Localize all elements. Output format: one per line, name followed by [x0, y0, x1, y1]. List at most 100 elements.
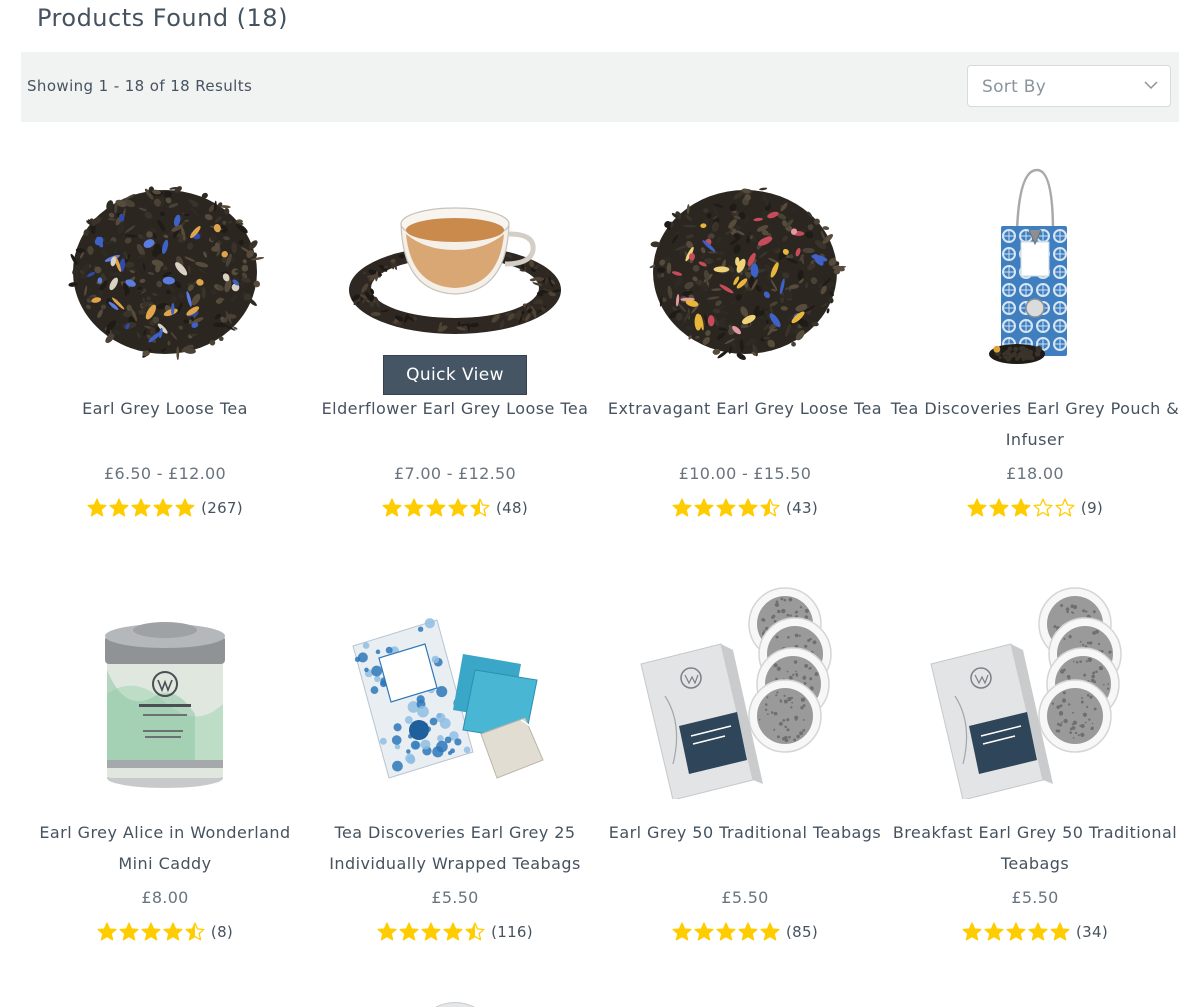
page-title: Products Found (18) [37, 4, 288, 32]
star-full-icon [119, 922, 139, 941]
next-row-image-peek [435, 1002, 475, 1007]
product-name[interactable]: Tea Discoveries Earl Grey Pouch & Infuse… [890, 393, 1180, 455]
product-price: £8.00 [141, 888, 189, 907]
star-full-icon [694, 922, 714, 941]
blue-gift-pouch-image [989, 168, 1067, 364]
star-full-icon [404, 498, 424, 517]
star-full-icon [153, 498, 173, 517]
star-full-icon [131, 498, 151, 517]
product-rating: (48) [310, 497, 600, 519]
product-grid: Earl Grey Loose Tea £6.50 - £12.00 (267)… [20, 160, 1180, 1008]
star-full-icon [141, 922, 161, 941]
product-name[interactable]: Earl Grey 50 Traditional Teabags [600, 817, 890, 848]
product-rating: (9) [890, 497, 1180, 519]
star-full-icon [443, 922, 463, 941]
product-image[interactable] [925, 160, 1145, 375]
chevron-down-icon [1144, 81, 1158, 90]
sort-by-label: Sort By [982, 77, 1047, 97]
review-count[interactable]: (116) [491, 923, 533, 941]
product-price: £7.00 - £12.50 [394, 464, 516, 483]
results-count: Showing 1 - 18 of 18 Results [27, 77, 253, 95]
product-card[interactable]: Earl Grey 50 Traditional Teabags £5.50 (… [600, 584, 890, 1008]
loose-tea-blue-petals-image [68, 186, 265, 361]
product-image[interactable] [635, 584, 855, 799]
product-card[interactable]: Earl Grey Alice in Wonderland Mini Caddy… [20, 584, 310, 1008]
loose-tea-rose-petals-image [649, 187, 847, 360]
sort-by-dropdown[interactable]: Sort By [967, 65, 1171, 107]
star-full-icon [1011, 498, 1031, 517]
product-name[interactable]: Tea Discoveries Earl Grey 25 Individuall… [310, 817, 600, 879]
review-count[interactable]: (9) [1081, 499, 1103, 517]
star-full-icon [426, 498, 446, 517]
star-full-icon [1050, 922, 1070, 941]
star-empty-icon [1055, 498, 1075, 517]
results-toolbar: Showing 1 - 18 of 18 Results Sort By [21, 52, 1179, 122]
star-full-icon [716, 922, 736, 941]
product-rating: (43) [600, 497, 890, 519]
product-price: £5.50 [1011, 888, 1059, 907]
product-rating: (116) [310, 921, 600, 943]
star-full-icon [163, 922, 183, 941]
product-name[interactable]: Earl Grey Alice in Wonderland Mini Caddy [20, 817, 310, 879]
product-card[interactable]: Extravagant Earl Grey Loose Tea £10.00 -… [600, 160, 890, 584]
star-full-icon [967, 498, 987, 517]
star-full-icon [382, 498, 402, 517]
star-full-icon [716, 498, 736, 517]
star-full-icon [109, 498, 129, 517]
star-full-icon [760, 922, 780, 941]
product-card[interactable]: Quick View Elderflower Earl Grey Loose T… [310, 160, 600, 584]
grey-teabag-box-image [930, 587, 1122, 799]
product-rating: (85) [600, 921, 890, 943]
review-count[interactable]: (267) [201, 499, 243, 517]
blue-teabag-box-image [352, 618, 546, 779]
product-name[interactable]: Breakfast Earl Grey 50 Traditional Teaba… [890, 817, 1180, 879]
star-full-icon [672, 922, 692, 941]
product-name[interactable]: Extravagant Earl Grey Loose Tea [600, 393, 890, 424]
star-full-icon [672, 498, 692, 517]
quick-view-button[interactable]: Quick View [383, 355, 527, 395]
star-full-icon [399, 922, 419, 941]
star-full-icon [421, 922, 441, 941]
star-half-icon [470, 498, 490, 517]
tea-cup-with-leaves-image [349, 207, 561, 334]
product-card[interactable]: Breakfast Earl Grey 50 Traditional Teaba… [890, 584, 1180, 1008]
product-image[interactable] [345, 160, 565, 375]
product-rating: (267) [20, 497, 310, 519]
star-half-icon [185, 922, 205, 941]
star-full-icon [97, 922, 117, 941]
product-name[interactable]: Earl Grey Loose Tea [20, 393, 310, 424]
star-full-icon [377, 922, 397, 941]
product-rating: (34) [890, 921, 1180, 943]
product-image[interactable] [345, 584, 565, 799]
product-price: £5.50 [721, 888, 769, 907]
product-image[interactable] [925, 584, 1145, 799]
product-image[interactable] [55, 160, 275, 375]
review-count[interactable]: (48) [496, 499, 528, 517]
star-full-icon [694, 498, 714, 517]
product-card[interactable]: Tea Discoveries Earl Grey 25 Individuall… [310, 584, 600, 1008]
review-count[interactable]: (34) [1076, 923, 1108, 941]
star-half-icon [760, 498, 780, 517]
star-full-icon [448, 498, 468, 517]
star-full-icon [1006, 922, 1026, 941]
product-image[interactable] [55, 584, 275, 799]
review-count[interactable]: (8) [211, 923, 233, 941]
product-price: £10.00 - £15.50 [678, 464, 812, 483]
product-card[interactable]: Earl Grey Loose Tea £6.50 - £12.00 (267) [20, 160, 310, 584]
product-image[interactable] [635, 160, 855, 375]
review-count[interactable]: (43) [786, 499, 818, 517]
star-full-icon [1028, 922, 1048, 941]
tea-caddy-tin-image [105, 622, 225, 788]
star-full-icon [989, 498, 1009, 517]
product-rating: (8) [20, 921, 310, 943]
star-half-icon [465, 922, 485, 941]
star-full-icon [87, 498, 107, 517]
star-full-icon [175, 498, 195, 517]
product-price: £5.50 [431, 888, 479, 907]
review-count[interactable]: (85) [786, 923, 818, 941]
star-full-icon [984, 922, 1004, 941]
product-name[interactable]: Elderflower Earl Grey Loose Tea [310, 393, 600, 424]
star-full-icon [738, 498, 758, 517]
product-card[interactable]: Tea Discoveries Earl Grey Pouch & Infuse… [890, 160, 1180, 584]
star-full-icon [738, 922, 758, 941]
